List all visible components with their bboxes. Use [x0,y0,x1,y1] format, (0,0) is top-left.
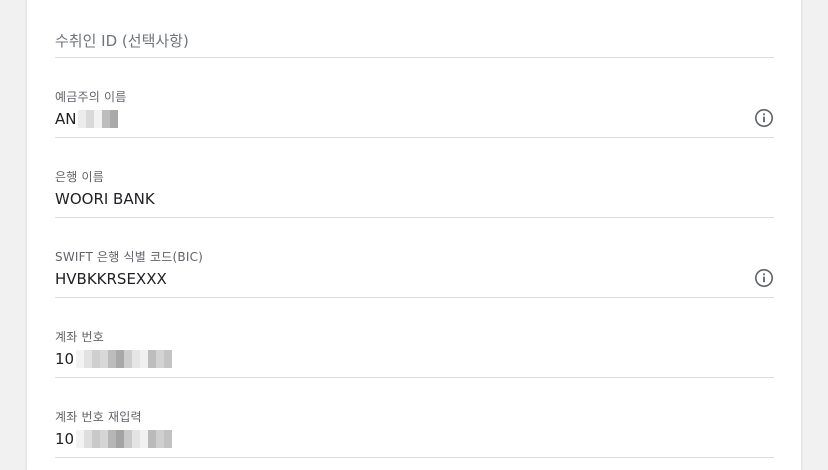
info-icon[interactable] [754,108,774,128]
holder-name-field[interactable]: 예금주의 이름 AN [55,80,774,138]
bank-name-label: 은행 이름 [55,170,104,184]
account-number-confirm-label: 계좌 번호 재입력 [55,410,142,424]
account-number-text: 10 [55,350,75,368]
redacted-mask [76,350,173,368]
account-number-confirm-text: 10 [55,430,75,448]
recipient-id-field[interactable]: 수취인 ID (선택사항) [55,20,774,58]
bank-name-field[interactable]: 은행 이름 WOORI BANK [55,160,774,218]
bank-form-card: 수취인 ID (선택사항) 예금주의 이름 AN 은행 이름 WOORI BAN… [26,0,802,470]
account-number-label: 계좌 번호 [55,330,104,344]
bank-name-value: WOORI BANK [55,190,155,208]
holder-name-text: AN [55,110,77,128]
account-number-field[interactable]: 계좌 번호 10 [55,320,774,378]
holder-name-value: AN [55,110,119,128]
redacted-mask [78,110,119,128]
swift-code-value: HVBKKRSEXXX [55,270,167,288]
account-number-confirm-field[interactable]: 계좌 번호 재입력 10 [55,400,774,458]
holder-name-label: 예금주의 이름 [55,90,127,104]
recipient-id-placeholder: 수취인 ID (선택사항) [55,32,189,50]
redacted-mask [76,430,173,448]
info-icon[interactable] [754,268,774,288]
swift-code-label: SWIFT 은행 식별 코드(BIC) [55,250,204,264]
account-number-confirm-value: 10 [55,430,173,448]
account-number-value: 10 [55,350,173,368]
swift-code-field[interactable]: SWIFT 은행 식별 코드(BIC) HVBKKRSEXXX [55,240,774,298]
